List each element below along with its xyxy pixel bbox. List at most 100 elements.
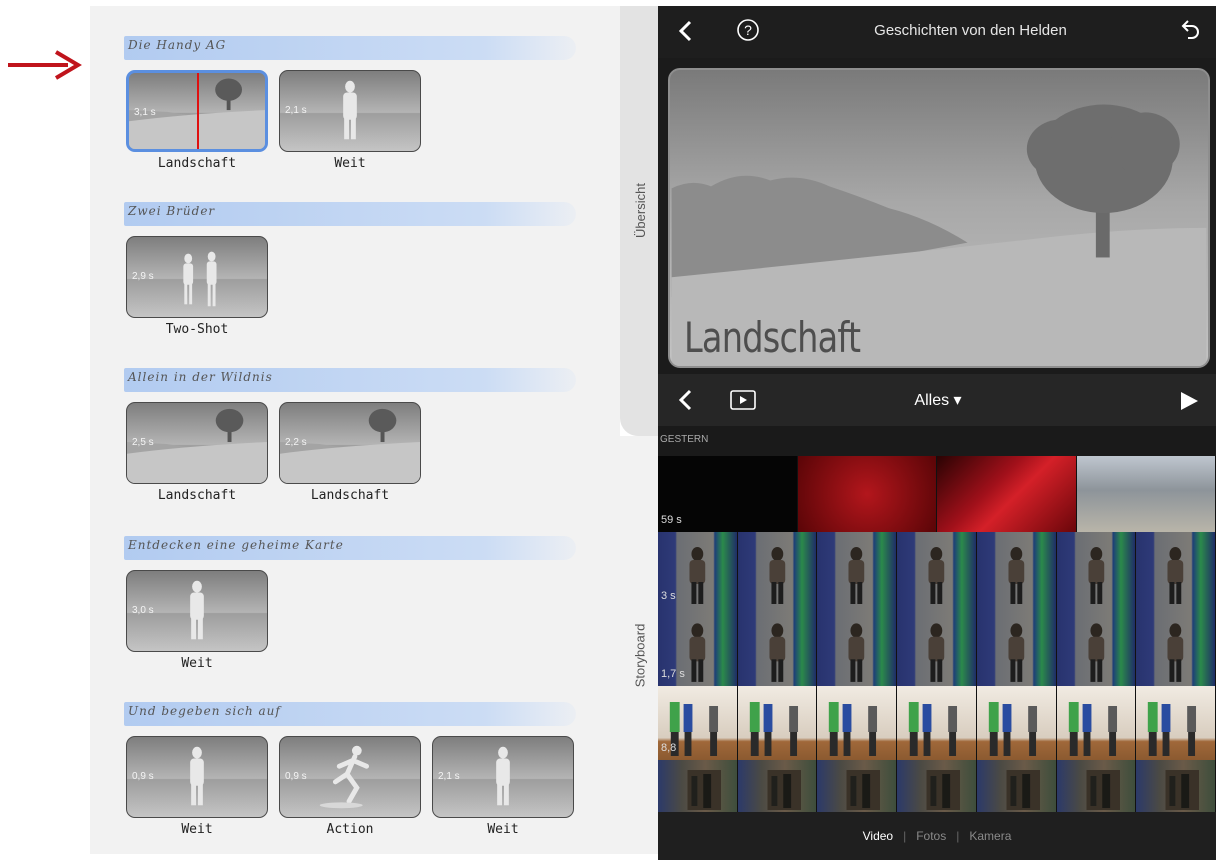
clip-label: Landschaft xyxy=(279,488,421,503)
date-section-header: GESTERN xyxy=(658,426,1216,456)
media-thumbnail[interactable] xyxy=(977,686,1057,760)
media-thumbnail[interactable] xyxy=(977,760,1057,812)
media-row[interactable]: 8,8 xyxy=(658,686,1216,760)
media-thumbnail[interactable]: 59 s xyxy=(658,456,798,532)
clip-duration: 2,1 s xyxy=(438,771,460,782)
bottom-tab-bar: Video|Fotos|Kamera xyxy=(658,812,1216,860)
clip-label: Weit xyxy=(126,656,268,671)
clip-thumbnail[interactable]: 2,1 s xyxy=(432,736,574,818)
clip-thumbnail[interactable]: 2,1 s xyxy=(279,70,421,152)
media-thumbnail[interactable] xyxy=(1136,760,1216,812)
viewer-caption: Landschaft xyxy=(684,313,860,362)
media-thumbnail[interactable] xyxy=(977,532,1057,608)
media-row[interactable]: 59 s xyxy=(658,456,1216,532)
media-thumbnail[interactable] xyxy=(937,456,1077,532)
clip-duration: 0,9 s xyxy=(285,771,307,782)
section-title-text: Zwei Brüder xyxy=(128,204,215,218)
media-thumbnail[interactable] xyxy=(1136,532,1216,608)
tab-kamera[interactable]: Kamera xyxy=(969,829,1011,843)
section-title[interactable]: Entdecken eine geheime Karte xyxy=(124,536,576,560)
clip-thumbnail[interactable]: 2,5 s xyxy=(126,402,268,484)
clip-thumbnail[interactable]: 2,9 s xyxy=(126,236,268,318)
section-title[interactable]: Die Handy AG xyxy=(124,36,576,60)
media-duration-badge: 1,7 s xyxy=(661,668,685,680)
clip-thumbnail[interactable]: 2,2 s xyxy=(279,402,421,484)
preview-icon[interactable] xyxy=(730,390,756,410)
section-title-text: Und begeben sich auf xyxy=(128,704,281,718)
play-icon[interactable] xyxy=(1178,390,1200,412)
svg-text:?: ? xyxy=(744,22,752,38)
media-thumbnail[interactable] xyxy=(1057,608,1137,686)
media-thumbnail[interactable] xyxy=(1057,760,1137,812)
tab-video[interactable]: Video xyxy=(863,829,893,843)
media-thumbnail[interactable] xyxy=(817,686,897,760)
clip-label: Landschaft xyxy=(126,156,268,171)
storyboard-panel: Die Handy AG 3,1 s Landschaft 2,1 s Weit Zwei… xyxy=(90,6,620,854)
media-thumbnail[interactable] xyxy=(738,686,818,760)
section-title[interactable]: Und begeben sich auf xyxy=(124,702,576,726)
media-thumbnail[interactable]: 3 s xyxy=(658,532,738,608)
filter-dropdown[interactable]: Alles ▾ xyxy=(888,390,988,410)
media-thumbnail[interactable] xyxy=(977,608,1057,686)
clip-duration: 0,9 s xyxy=(132,771,154,782)
playhead-marker[interactable] xyxy=(197,73,199,149)
arrow-pointer-icon xyxy=(6,48,86,82)
media-row[interactable] xyxy=(658,760,1216,812)
clip-thumbnail[interactable]: 3,0 s xyxy=(126,570,268,652)
media-thumbnail[interactable]: 1,7 s xyxy=(658,608,738,686)
clip-label: Weit xyxy=(279,156,421,171)
media-duration-badge: 8,8 xyxy=(661,742,676,754)
media-thumbnail[interactable] xyxy=(897,608,977,686)
section-title[interactable]: Zwei Brüder xyxy=(124,202,576,226)
section-title-text: Entdecken eine geheime Karte xyxy=(128,538,344,552)
section-title-text: Die Handy AG xyxy=(128,38,226,52)
media-thumbnail[interactable] xyxy=(817,760,897,812)
project-title: Geschichten von den Helden xyxy=(808,22,1133,39)
media-thumbnail[interactable] xyxy=(738,532,818,608)
clip-duration: 3,0 s xyxy=(132,605,154,616)
media-thumbnail[interactable] xyxy=(897,532,977,608)
help-icon[interactable]: ? xyxy=(736,18,760,42)
media-thumbnail[interactable] xyxy=(1136,686,1216,760)
browser-back-icon[interactable] xyxy=(678,389,694,411)
clip-thumbnail[interactable]: 0,9 s xyxy=(279,736,421,818)
media-row[interactable]: 3 s xyxy=(658,532,1216,608)
media-thumbnail[interactable] xyxy=(738,760,818,812)
tab-separator: | xyxy=(903,829,906,843)
section-title-text: Allein in der Wildnis xyxy=(128,370,273,384)
media-duration-badge: 3 s xyxy=(661,590,676,602)
media-thumbnail[interactable] xyxy=(798,456,938,532)
clip-label: Action xyxy=(279,822,421,837)
section-title[interactable]: Allein in der Wildnis xyxy=(124,368,576,392)
media-thumbnail[interactable] xyxy=(1057,532,1137,608)
clip-duration: 2,2 s xyxy=(285,437,307,448)
media-thumbnail[interactable] xyxy=(738,608,818,686)
overview-tab-label[interactable]: Übersicht xyxy=(622,150,658,270)
clip-duration: 2,5 s xyxy=(132,437,154,448)
top-bar: ? Geschichten von den Helden xyxy=(658,6,1216,58)
media-thumbnail[interactable] xyxy=(817,532,897,608)
media-thumbnail[interactable] xyxy=(897,686,977,760)
clip-thumbnail[interactable]: 3,1 s xyxy=(126,70,268,152)
media-thumbnail[interactable] xyxy=(817,608,897,686)
clip-duration: 3,1 s xyxy=(134,107,156,118)
media-browser-bar: Alles ▾ xyxy=(658,374,1216,426)
media-duration-badge: 59 s xyxy=(661,514,682,526)
storyboard-tab-label[interactable]: Storyboard xyxy=(622,600,658,710)
clip-thumbnail[interactable]: 0,9 s xyxy=(126,736,268,818)
clip-duration: 2,9 s xyxy=(132,271,154,282)
back-chevron-icon[interactable] xyxy=(678,20,694,42)
right-panel: ? Geschichten von den Helden Landschaft … xyxy=(658,6,1216,854)
media-thumbnail[interactable] xyxy=(1057,686,1137,760)
media-thumbnail[interactable] xyxy=(897,760,977,812)
viewer-preview[interactable]: Landschaft xyxy=(668,68,1210,368)
tab-fotos[interactable]: Fotos xyxy=(916,829,946,843)
media-thumbnail[interactable] xyxy=(1136,608,1216,686)
media-row[interactable]: 1,7 s xyxy=(658,608,1216,686)
undo-icon[interactable] xyxy=(1176,18,1202,42)
clip-duration: 2,1 s xyxy=(285,105,307,116)
media-thumbnail[interactable] xyxy=(658,760,738,812)
clip-label: Landschaft xyxy=(126,488,268,503)
media-thumbnail[interactable]: 8,8 xyxy=(658,686,738,760)
media-thumbnail[interactable] xyxy=(1077,456,1216,532)
